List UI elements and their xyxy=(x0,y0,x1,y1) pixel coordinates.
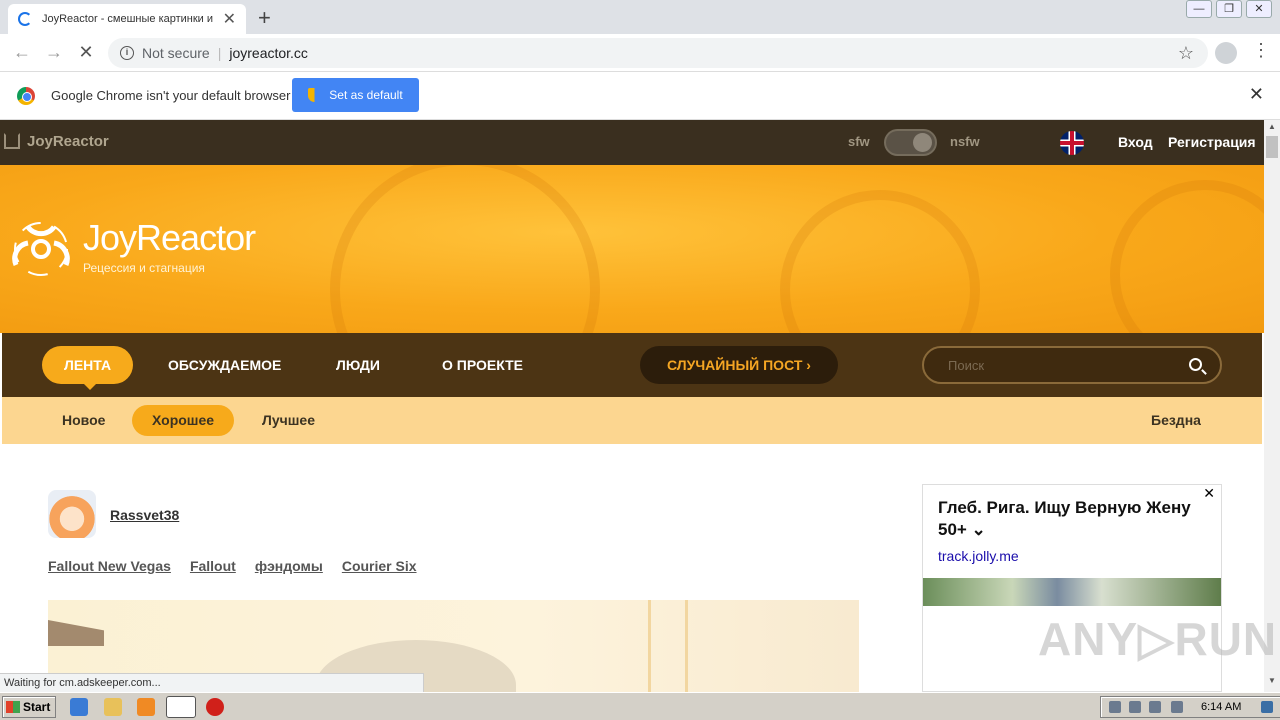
star-icon[interactable]: ☆ xyxy=(1178,43,1194,64)
sfw-nsfw-toggle[interactable] xyxy=(884,129,937,156)
ad-domain-link[interactable]: track.jolly.me xyxy=(938,548,1019,564)
ie-icon[interactable] xyxy=(70,698,88,716)
sfw-label: sfw xyxy=(848,134,870,149)
tab-close-button[interactable]: ✕ xyxy=(223,9,236,29)
post-image-detail xyxy=(48,620,104,646)
subnav-best[interactable]: Лучшее xyxy=(242,405,335,436)
subnav-new[interactable]: Новое xyxy=(42,405,125,436)
infobar-close-button[interactable]: ✕ xyxy=(1249,84,1264,105)
scroll-up-arrow[interactable]: ▲ xyxy=(1264,122,1280,136)
page-scrollbar[interactable]: ▲ ▼ xyxy=(1264,120,1280,692)
browser-tab[interactable]: JoyReactor - смешные картинки и ✕ xyxy=(8,4,246,34)
browser-tab-strip: JoyReactor - смешные картинки и ✕ + — ❐ … xyxy=(0,0,1280,34)
tag-link[interactable]: Courier Six xyxy=(342,558,417,574)
window-close-button[interactable]: ✕ xyxy=(1246,0,1272,18)
ad-image[interactable] xyxy=(923,578,1221,606)
start-label: Start xyxy=(23,700,51,714)
search-box xyxy=(922,346,1222,384)
subnav-good[interactable]: Хорошее xyxy=(132,405,235,436)
register-link[interactable]: Регистрация xyxy=(1168,134,1256,150)
post-tags: Fallout New Vegas Fallout фэндомы Courie… xyxy=(48,558,417,574)
tab-title: JoyReactor - смешные картинки и xyxy=(42,13,214,25)
ad-close-button[interactable]: ✕ xyxy=(1203,485,1215,502)
window-controls: — ❐ ✕ xyxy=(1186,0,1272,18)
site-brand-link[interactable]: JoyReactor xyxy=(27,133,109,150)
nav-discussed[interactable]: ОБСУЖДАЕМОЕ xyxy=(146,346,303,384)
page-viewport: JoyReactor sfw nsfw Вход Регистрация Joy… xyxy=(0,120,1264,692)
post-image-detail xyxy=(648,600,688,692)
tag-link[interactable]: фэндомы xyxy=(255,558,323,574)
banner-decoration xyxy=(780,190,980,333)
new-tab-button[interactable]: + xyxy=(258,5,271,31)
nav-feed[interactable]: ЛЕНТА xyxy=(42,346,134,390)
restore-button[interactable]: ❐ xyxy=(1216,0,1242,18)
scroll-thumb[interactable] xyxy=(1266,136,1278,158)
default-browser-infobar: Google Chrome isn't your default browser… xyxy=(0,72,1280,120)
search-input[interactable] xyxy=(948,356,1168,374)
tag-link[interactable]: Fallout New Vegas xyxy=(48,558,171,574)
infobar-message: Google Chrome isn't your default browser xyxy=(51,88,291,103)
spinner-icon xyxy=(18,12,32,26)
browser-toolbar: ← → ✕ i Not secure | joyreactor.cc ☆ ⋮ xyxy=(0,34,1280,72)
avatar[interactable] xyxy=(48,490,96,538)
nav-people[interactable]: ЛЮДИ xyxy=(314,346,402,384)
login-link[interactable]: Вход xyxy=(1118,134,1153,150)
network-icon[interactable] xyxy=(1149,701,1161,713)
status-bubble: Waiting for cm.adskeeper.com... xyxy=(0,673,424,693)
taskbar-clock: 6:14 AM xyxy=(1201,701,1242,713)
tray-arrow-icon[interactable] xyxy=(1109,701,1121,713)
banner-decoration xyxy=(330,165,600,333)
volume-icon[interactable] xyxy=(1129,701,1141,713)
windows-taskbar: Start 6:14 AM xyxy=(0,692,1280,720)
uk-flag-icon[interactable] xyxy=(1060,131,1084,155)
hazard-logo-icon[interactable] xyxy=(6,215,76,281)
forward-button[interactable]: → xyxy=(38,42,70,63)
site-logo-subtitle: Рецессия и стагнация xyxy=(83,261,205,275)
media-player-icon[interactable] xyxy=(137,698,155,716)
info-icon[interactable]: i xyxy=(120,46,134,60)
system-tray: 6:14 AM xyxy=(1100,696,1280,718)
anyrun-watermark: ANY▷RUN xyxy=(1038,613,1278,665)
sub-nav: Новое Хорошее Лучшее Бездна xyxy=(2,397,1262,444)
chrome-menu-button[interactable]: ⋮ xyxy=(1252,40,1270,61)
address-separator: | xyxy=(217,45,222,61)
subnav-abyss[interactable]: Бездна xyxy=(1131,405,1221,436)
toggle-knob xyxy=(913,133,932,152)
home-icon[interactable] xyxy=(4,133,20,149)
back-button[interactable]: ← xyxy=(6,42,38,63)
ad-title[interactable]: Глеб. Рига. Ищу Верную Жену 50+ ⌄ xyxy=(938,497,1198,541)
tag-link[interactable]: Fallout xyxy=(190,558,236,574)
flag-icon[interactable] xyxy=(1171,701,1183,713)
banner-decoration xyxy=(1110,180,1264,333)
chrome-taskbar-icon[interactable] xyxy=(166,696,196,718)
site-top-bar: JoyReactor sfw nsfw Вход Регистрация xyxy=(0,120,1264,165)
search-icon[interactable] xyxy=(1189,358,1202,371)
folder-icon[interactable] xyxy=(104,698,122,716)
nsfw-label: nsfw xyxy=(950,134,980,149)
windows-logo-icon xyxy=(6,701,20,713)
site-banner: JoyReactor Рецессия и стагнация xyxy=(0,165,1264,333)
profile-icon[interactable] xyxy=(1215,42,1237,64)
main-nav: ЛЕНТА ОБСУЖДАЕМОЕ ЛЮДИ О ПРОЕКТЕ СЛУЧАЙН… xyxy=(2,333,1262,397)
address-bar[interactable]: i Not secure | joyreactor.cc ☆ xyxy=(108,38,1208,68)
minimize-button[interactable]: — xyxy=(1186,0,1212,18)
post-author-link[interactable]: Rassvet38 xyxy=(110,507,179,523)
start-button[interactable]: Start xyxy=(2,696,56,718)
nav-about[interactable]: О ПРОЕКТЕ xyxy=(420,346,545,384)
site-logo-text[interactable]: JoyReactor xyxy=(83,217,256,259)
shield-icon xyxy=(308,88,322,102)
url-text[interactable]: joyreactor.cc xyxy=(229,45,308,61)
desktop-icon[interactable] xyxy=(1261,701,1273,713)
set-default-button[interactable]: Set as default xyxy=(292,78,419,112)
chrome-icon xyxy=(17,87,35,105)
not-secure-label: Not secure xyxy=(142,45,210,61)
scroll-down-arrow[interactable]: ▼ xyxy=(1264,676,1280,690)
set-default-label: Set as default xyxy=(329,88,403,102)
random-post-button[interactable]: СЛУЧАЙНЫЙ ПОСТ › xyxy=(640,346,838,384)
stop-app-icon[interactable] xyxy=(206,698,224,716)
stop-button[interactable]: ✕ xyxy=(70,42,102,63)
